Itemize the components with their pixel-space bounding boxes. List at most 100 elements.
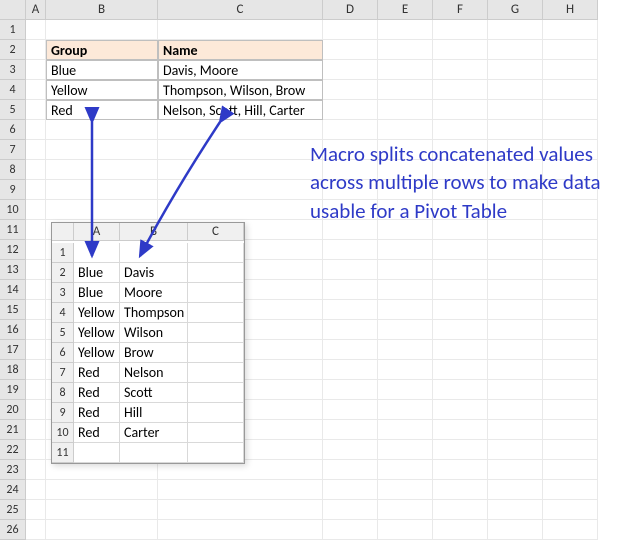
cell[interactable]	[26, 440, 46, 460]
embed-cell[interactable]: Red	[74, 363, 120, 383]
cell[interactable]	[433, 480, 488, 500]
embed-cell[interactable]: Carter	[120, 423, 188, 443]
cell[interactable]	[378, 480, 433, 500]
embed-cell[interactable]	[188, 323, 244, 343]
cell[interactable]	[46, 500, 158, 520]
col-header-a[interactable]: A	[26, 0, 46, 20]
row-header[interactable]: 7	[0, 140, 26, 160]
cell[interactable]	[488, 460, 543, 480]
embed-row-header[interactable]: 11	[52, 443, 74, 463]
cell[interactable]	[323, 520, 378, 540]
embed-cell[interactable]: Moore	[120, 283, 188, 303]
cell[interactable]	[323, 340, 378, 360]
row-header[interactable]: 1	[0, 20, 26, 40]
cell[interactable]	[433, 300, 488, 320]
cell[interactable]	[433, 520, 488, 540]
cell[interactable]	[543, 480, 598, 500]
embed-row-header[interactable]: 7	[52, 363, 74, 383]
cell[interactable]	[323, 420, 378, 440]
cell[interactable]	[433, 20, 488, 40]
cell[interactable]	[378, 500, 433, 520]
row-header[interactable]: 20	[0, 400, 26, 420]
select-all-corner[interactable]	[0, 0, 26, 20]
cell[interactable]	[378, 40, 433, 60]
embed-cell[interactable]	[120, 243, 188, 263]
embed-row-header[interactable]: 2	[52, 263, 74, 283]
cell[interactable]	[488, 260, 543, 280]
cell[interactable]	[488, 100, 543, 120]
cell[interactable]	[26, 500, 46, 520]
cell[interactable]	[543, 400, 598, 420]
cell[interactable]	[378, 20, 433, 40]
col-header-f[interactable]: F	[433, 0, 488, 20]
col-header-e[interactable]: E	[378, 0, 433, 20]
embed-row-header[interactable]: 5	[52, 323, 74, 343]
cell[interactable]	[488, 440, 543, 460]
cell[interactable]	[46, 120, 158, 140]
col-header-h[interactable]: H	[543, 0, 598, 20]
row-header[interactable]: 4	[0, 80, 26, 100]
cell[interactable]	[433, 360, 488, 380]
cell[interactable]	[26, 460, 46, 480]
cell[interactable]	[26, 20, 46, 40]
cell[interactable]	[378, 240, 433, 260]
cell[interactable]	[543, 500, 598, 520]
embed-col-b[interactable]: B	[120, 223, 188, 241]
embed-cell[interactable]: Thompson	[120, 303, 188, 323]
embed-col-a[interactable]: A	[74, 223, 120, 241]
cell[interactable]	[433, 440, 488, 460]
cell[interactable]	[323, 20, 378, 40]
cell[interactable]	[26, 80, 46, 100]
row-header[interactable]: 12	[0, 240, 26, 260]
row-header[interactable]: 5	[0, 100, 26, 120]
row-header[interactable]: 16	[0, 320, 26, 340]
row-header[interactable]: 21	[0, 420, 26, 440]
cell[interactable]	[378, 80, 433, 100]
embed-cell[interactable]: Yellow	[74, 343, 120, 363]
cell[interactable]	[323, 40, 378, 60]
embed-cell[interactable]	[188, 343, 244, 363]
cell[interactable]	[158, 200, 323, 220]
cell[interactable]	[488, 320, 543, 340]
cell[interactable]	[323, 400, 378, 420]
cell[interactable]	[158, 500, 323, 520]
embed-row-header[interactable]: 1	[52, 243, 74, 263]
cell[interactable]	[488, 380, 543, 400]
row-header[interactable]: 24	[0, 480, 26, 500]
cell[interactable]	[46, 480, 158, 500]
cell[interactable]	[26, 200, 46, 220]
cell[interactable]	[46, 180, 158, 200]
cell[interactable]	[323, 80, 378, 100]
cell[interactable]	[323, 480, 378, 500]
cell[interactable]	[543, 120, 598, 140]
cell[interactable]	[378, 340, 433, 360]
embed-cell[interactable]: Nelson	[120, 363, 188, 383]
embed-row-header[interactable]: 9	[52, 403, 74, 423]
cell[interactable]	[488, 120, 543, 140]
cell[interactable]	[433, 240, 488, 260]
cell[interactable]	[26, 220, 46, 240]
row-header[interactable]: 25	[0, 500, 26, 520]
cell[interactable]	[158, 180, 323, 200]
cell[interactable]	[26, 180, 46, 200]
embed-cell[interactable]	[188, 283, 244, 303]
cell[interactable]	[543, 240, 598, 260]
cell-name[interactable]: Thompson, Wilson, Brow	[158, 80, 323, 100]
cell[interactable]	[543, 320, 598, 340]
col-header-d[interactable]: D	[323, 0, 378, 20]
cell[interactable]	[323, 100, 378, 120]
embed-row-header[interactable]: 4	[52, 303, 74, 323]
cell[interactable]	[378, 280, 433, 300]
cell[interactable]	[323, 260, 378, 280]
cell[interactable]	[488, 340, 543, 360]
embed-cell[interactable]	[188, 263, 244, 283]
cell[interactable]	[158, 160, 323, 180]
embed-cell[interactable]	[188, 243, 244, 263]
cell[interactable]	[26, 160, 46, 180]
cell[interactable]	[543, 460, 598, 480]
embed-cell[interactable]: Yellow	[74, 323, 120, 343]
cell-group[interactable]: Red	[46, 100, 158, 120]
col-header-b[interactable]: B	[46, 0, 158, 20]
col-header-c[interactable]: C	[158, 0, 323, 20]
embed-col-c[interactable]: C	[188, 223, 244, 241]
